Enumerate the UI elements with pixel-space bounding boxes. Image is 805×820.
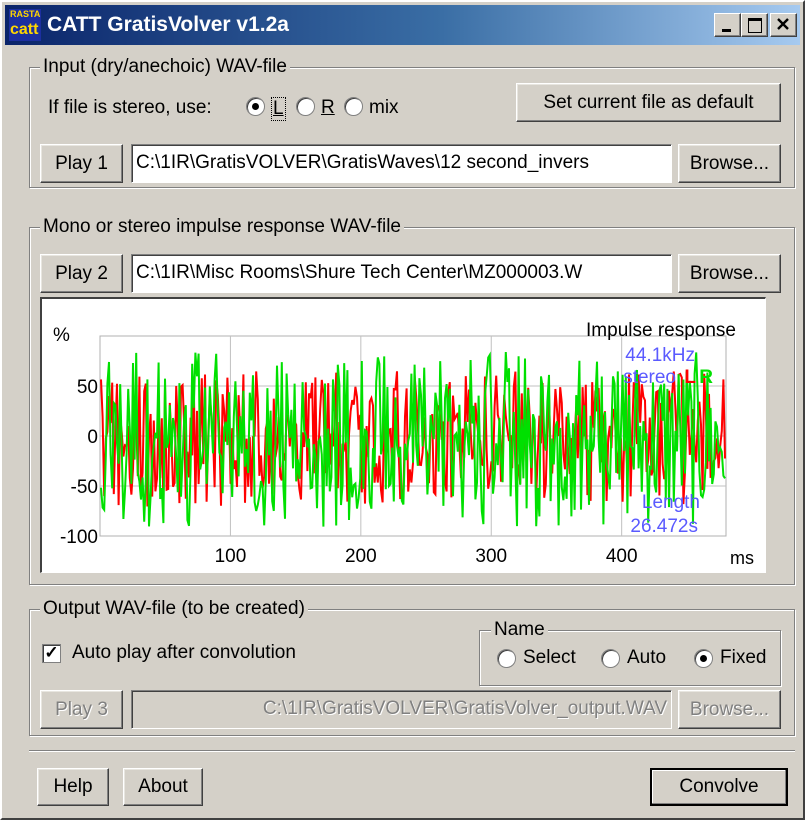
app-icon[interactable]: RASTA catt [9, 9, 41, 41]
radio-name-fixed-label[interactable]: Fixed [720, 647, 766, 669]
help-button[interactable]: Help [37, 768, 109, 806]
app-icon-top-text: RASTA [10, 9, 41, 19]
radio-right-label[interactable]: R [321, 97, 335, 119]
y-tick-label: -50 [71, 477, 98, 498]
y-axis-label: % [53, 325, 70, 346]
title-bar[interactable]: RASTA catt CATT GratisVolver v1.2a [5, 5, 800, 45]
x-tick-label: 100 [215, 546, 247, 567]
maximize-button[interactable] [741, 13, 768, 37]
play-3-button[interactable]: Play 3 [40, 690, 123, 729]
x-axis-label: ms [730, 548, 754, 568]
autoplay-checkbox[interactable]: ✓ [42, 644, 61, 663]
radio-name-auto[interactable] [601, 649, 620, 668]
sample-rate-label: 44.1kHz [625, 345, 695, 366]
close-button[interactable] [770, 13, 797, 37]
input-group-legend: Input (dry/anechoic) WAV-file [40, 56, 290, 78]
input-file-path[interactable]: C:\1IR\GratisVOLVER\GratisWaves\12 secon… [131, 144, 672, 183]
minimize-button[interactable] [714, 13, 741, 37]
window-title: CATT GratisVolver v1.2a [47, 13, 289, 36]
y-tick-label: 50 [77, 377, 98, 398]
radio-left-label[interactable]: L [271, 97, 286, 121]
maximize-icon [748, 18, 762, 33]
main-window: RASTA catt CATT GratisVolver v1.2a Input… [0, 0, 805, 820]
play-2-button[interactable]: Play 2 [40, 254, 123, 293]
radio-right[interactable] [296, 97, 315, 116]
length-value: 26.472s [630, 516, 698, 537]
impulse-response-plot: 100 200 300 400 50 0 -50 -100% ms Impulse respons… [40, 297, 766, 573]
ir-file-path[interactable]: C:\1IR\Misc Rooms\Shure Tech Center\MZ00… [131, 254, 672, 293]
minimize-icon [722, 29, 731, 32]
app-icon-text: catt [10, 21, 39, 38]
y-tick-label: 0 [87, 427, 98, 448]
radio-name-fixed[interactable] [694, 649, 713, 668]
set-default-button[interactable]: Set current file as default [516, 83, 781, 122]
chart-title: Impulse response [586, 320, 736, 341]
radio-name-auto-label[interactable]: Auto [627, 647, 666, 669]
stereo-label: If file is stereo, use: [48, 97, 212, 118]
output-group-legend: Output WAV-file (to be created) [40, 598, 308, 620]
y-tick-label: -100 [60, 527, 98, 548]
x-tick-label: 400 [606, 546, 638, 567]
output-file-path[interactable]: C:\1IR\GratisVOLVER\GratisVolver_output.… [131, 690, 672, 729]
radio-name-select-label[interactable]: Select [523, 647, 576, 669]
footer-separator [29, 750, 795, 752]
x-tick-label: 200 [345, 546, 377, 567]
radio-name-select[interactable] [497, 649, 516, 668]
channels-label: stereo [623, 367, 676, 388]
input-browse-button[interactable]: Browse... [678, 144, 781, 183]
x-tick-label: 300 [475, 546, 507, 567]
radio-left[interactable] [246, 97, 265, 116]
legend-L: L [684, 367, 696, 388]
output-browse-button[interactable]: Browse... [678, 690, 781, 729]
radio-mix-label[interactable]: mix [369, 97, 399, 119]
legend-R: R [699, 367, 713, 388]
close-icon [777, 18, 789, 30]
impulse-response-chart: 100 200 300 400500-50-100%msImpulse respons… [53, 320, 754, 568]
play-1-button[interactable]: Play 1 [40, 144, 123, 183]
name-group-legend: Name [491, 619, 548, 641]
about-button[interactable]: About [123, 768, 203, 806]
ir-group-legend: Mono or stereo impulse response WAV-file [40, 216, 404, 238]
ir-browse-button[interactable]: Browse... [678, 254, 781, 293]
length-label: Length [642, 492, 700, 513]
radio-mix[interactable] [344, 97, 363, 116]
convolve-button[interactable]: Convolve [650, 768, 788, 806]
autoplay-label[interactable]: Auto play after convolution [72, 642, 296, 664]
